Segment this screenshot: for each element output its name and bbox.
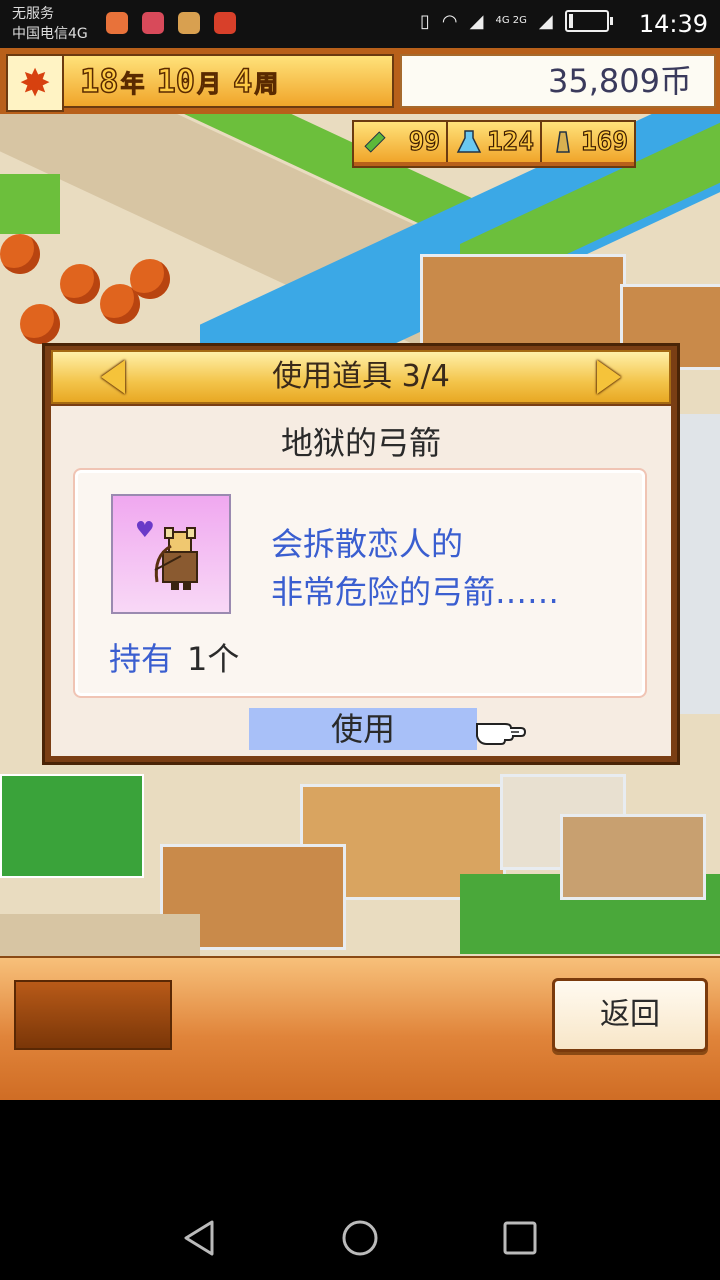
use-item-dialog: 使用道具 3/4 地狱的弓箭 ♥ 会拆散恋人的 非常危险的弓箭…… 持有 1个 …	[42, 343, 680, 765]
path	[0, 914, 200, 956]
status-bar: 无服务 中国电信4G ▯ ◠ ◢ 4G 2G ◢ 14:39	[0, 0, 720, 48]
week-value: 4	[232, 61, 253, 101]
carrier-status: 无服务	[12, 6, 54, 22]
dialog-header: 使用道具 3/4	[51, 350, 671, 404]
bottom-panel: 返回	[0, 956, 720, 1102]
dialog-title: 使用道具 3/4	[272, 359, 450, 394]
month-unit: 月	[197, 69, 222, 98]
previous-item-arrow-icon[interactable]	[101, 360, 125, 394]
top-bar: ✸ 18 年 10 月 4 周 35,809币	[0, 48, 720, 114]
empty-slot	[14, 980, 172, 1050]
clock: 14:39	[638, 10, 708, 38]
tree	[0, 234, 40, 274]
system-icons: ▯ ◠ ◢ 4G 2G ◢	[420, 10, 613, 32]
archer-sprite-icon	[154, 527, 198, 590]
use-button[interactable]: 使用	[249, 708, 477, 750]
carrier-info: 无服务 中国电信4G	[12, 4, 88, 44]
dialog-body: 地狱的弓箭 ♥ 会拆散恋人的 非常危险的弓箭…… 持有 1个 使用	[51, 406, 671, 756]
owned-label: 持有	[109, 640, 174, 678]
app-notification-icon	[178, 12, 200, 34]
bell-icon	[548, 127, 578, 157]
recents-square-icon[interactable]	[500, 1218, 540, 1258]
week-unit: 周	[254, 69, 279, 98]
pointing-hand-icon	[476, 723, 527, 745]
item-image: ♥	[111, 494, 231, 614]
resource-pencil: 99	[354, 122, 446, 162]
pencil-icon	[360, 127, 390, 157]
pencil-value: 99	[408, 126, 441, 157]
date-panel: 18 年 10 月 4 周	[62, 54, 394, 108]
maple-leaf-icon: ✸	[6, 54, 64, 112]
soccer-field	[0, 774, 144, 878]
back-triangle-icon[interactable]	[180, 1218, 220, 1258]
classroom	[560, 814, 706, 900]
grass-strip	[0, 174, 60, 234]
owned-count: 1个	[187, 640, 240, 678]
home-circle-icon[interactable]	[340, 1218, 380, 1258]
app-notification-icon	[214, 12, 236, 34]
month-value: 10	[156, 61, 196, 101]
year-unit: 年	[120, 69, 145, 98]
classroom	[420, 254, 626, 350]
flask-value: 124	[486, 126, 534, 157]
next-item-arrow-icon[interactable]	[597, 360, 621, 394]
item-description-line: 非常危险的弓箭……	[271, 573, 560, 611]
tree	[130, 259, 170, 299]
item-name: 地狱的弓箭	[280, 424, 441, 462]
resource-bar: 99 124 169	[352, 120, 636, 168]
battery-icon	[564, 10, 613, 32]
bell-value: 169	[580, 126, 628, 157]
vibrate-icon: ▯	[420, 10, 430, 32]
year-value: 18	[79, 61, 119, 101]
money-display: 35,809币	[400, 54, 716, 108]
signal-icon: ◢	[538, 10, 553, 32]
resource-flask: 124	[446, 122, 540, 162]
back-button[interactable]: 返回	[552, 978, 708, 1052]
item-description: 会拆散恋人的 非常危险的弓箭……	[271, 520, 559, 616]
signal-icon: ◢	[469, 10, 484, 32]
wifi-icon: ◠	[441, 10, 458, 32]
tree	[20, 304, 60, 344]
app-notification-icon	[106, 12, 128, 34]
item-card: ♥ 会拆散恋人的 非常危险的弓箭…… 持有 1个	[73, 468, 647, 698]
owned-info: 持有 1个	[109, 634, 239, 680]
item-description-line: 会拆散恋人的	[271, 525, 464, 563]
notification-icons	[106, 12, 236, 34]
app-notification-icon	[142, 12, 164, 34]
resource-bell: 169	[540, 122, 634, 162]
carrier-name: 中国电信4G	[12, 26, 88, 42]
flask-icon	[454, 127, 484, 157]
network-type: 4G 2G	[495, 15, 527, 26]
tree	[60, 264, 100, 304]
